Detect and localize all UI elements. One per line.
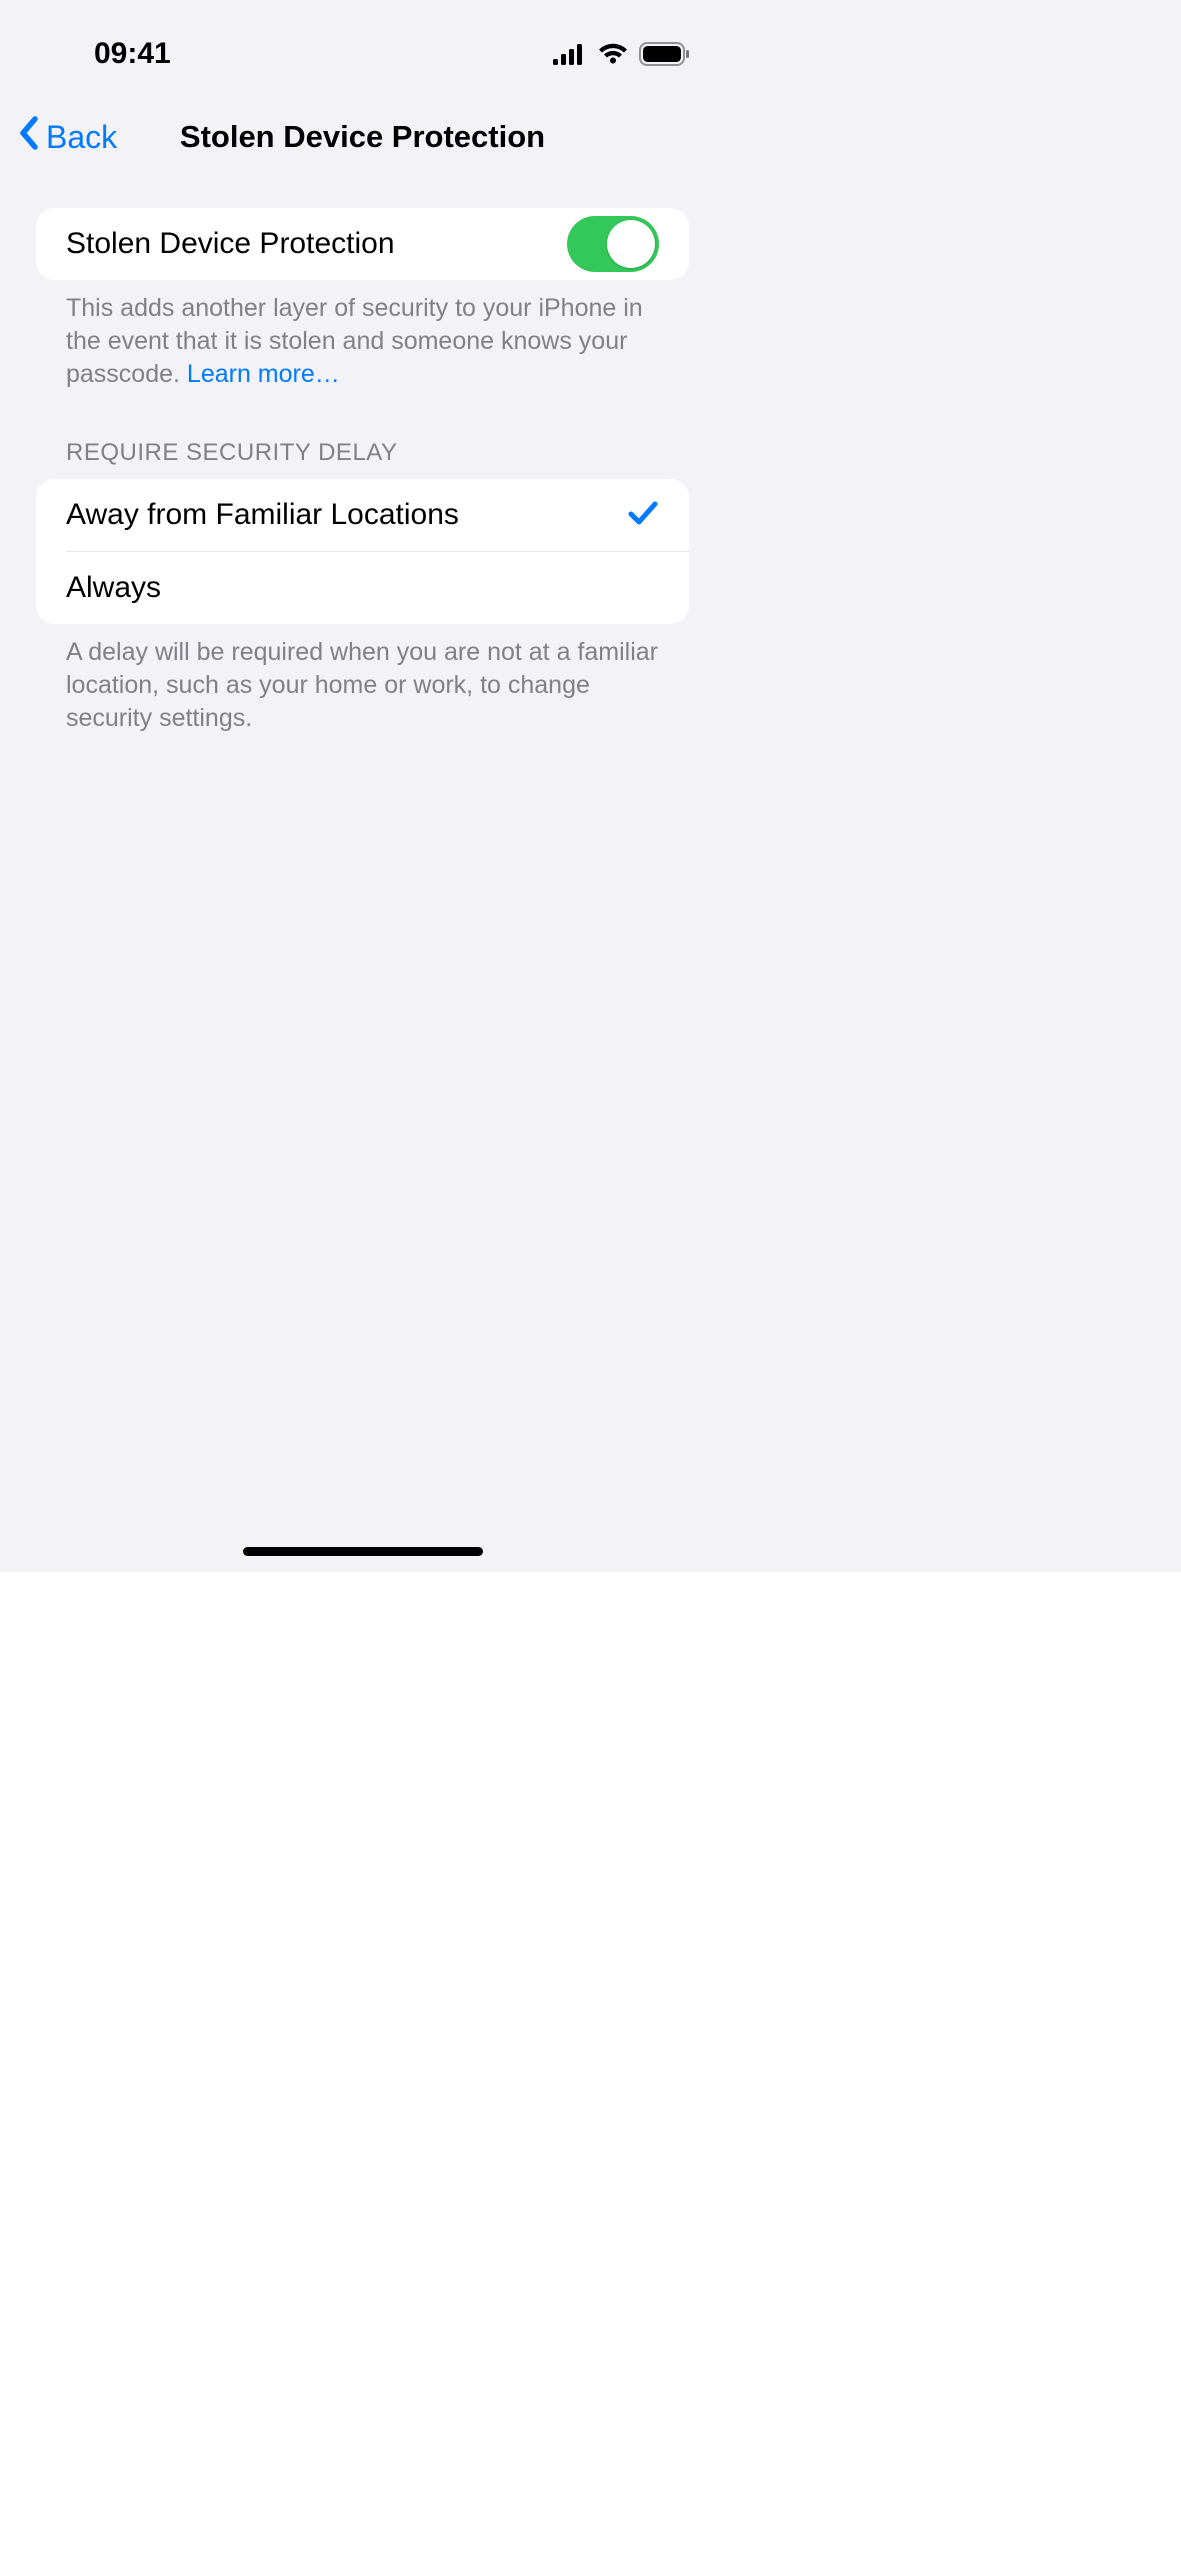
option-label: Away from Familiar Locations <box>66 498 459 532</box>
status-icons <box>553 42 691 66</box>
stolen-device-protection-switch[interactable] <box>567 216 659 272</box>
chevron-left-icon <box>18 115 40 159</box>
require-security-delay-group: Away from Familiar Locations Always <box>36 479 689 624</box>
wifi-icon <box>597 43 629 65</box>
stolen-device-protection-group: Stolen Device Protection <box>36 208 689 280</box>
battery-icon <box>639 42 691 66</box>
option-away-from-familiar-locations[interactable]: Away from Familiar Locations <box>36 479 689 551</box>
stolen-device-protection-footer: This adds another layer of security to y… <box>36 280 689 391</box>
nav-bar: Back Stolen Device Protection <box>0 98 725 176</box>
option-label: Always <box>66 571 161 605</box>
require-security-delay-header: REQUIRE SECURITY DELAY <box>36 391 689 479</box>
home-indicator[interactable] <box>243 1547 483 1556</box>
checkmark-icon <box>627 499 659 532</box>
require-security-delay-footer: A delay will be required when you are no… <box>36 624 689 735</box>
back-button[interactable]: Back <box>0 115 117 159</box>
learn-more-link[interactable]: Learn more… <box>187 360 340 388</box>
stolen-device-protection-label: Stolen Device Protection <box>66 227 395 261</box>
back-label: Back <box>46 119 117 156</box>
status-bar: 09:41 <box>0 0 725 80</box>
cellular-icon <box>553 43 587 65</box>
stolen-device-protection-row[interactable]: Stolen Device Protection <box>36 208 689 280</box>
status-time: 09:41 <box>94 37 171 71</box>
footer-text: This adds another layer of security to y… <box>66 294 643 388</box>
option-always[interactable]: Always <box>36 552 689 624</box>
